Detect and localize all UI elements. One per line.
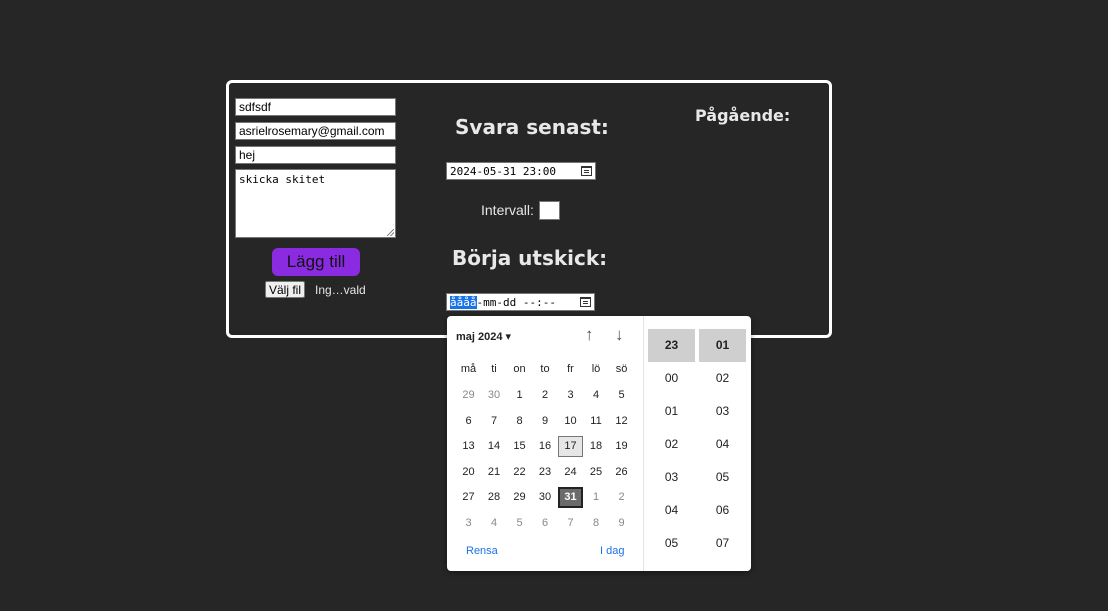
picker-divider	[643, 316, 644, 571]
weekday-header: lö	[591, 363, 601, 375]
previous-month-arrow-icon[interactable]: ↑	[585, 325, 594, 345]
calendar-day[interactable]: 30	[533, 487, 558, 508]
weekday-header: on	[513, 363, 526, 375]
weekday-header: fr	[567, 363, 574, 375]
calendar-day[interactable]: 1	[584, 487, 609, 508]
minute-option[interactable]: 03	[699, 395, 746, 428]
ongoing-heading: Pågående:	[695, 106, 791, 125]
calendar-day[interactable]: 4	[584, 385, 609, 406]
calendar-day[interactable]: 8	[584, 513, 609, 534]
deadline-value: 2024-05-31 23:00	[450, 164, 556, 178]
calendar-day[interactable]: 17	[558, 436, 583, 457]
calendar-day[interactable]: 15	[507, 436, 532, 457]
today-button[interactable]: I dag	[600, 545, 624, 557]
minute-option[interactable]: 02	[699, 362, 746, 395]
hour-option[interactable]: 00	[648, 362, 695, 395]
hour-option[interactable]: 04	[648, 494, 695, 527]
calendar-day[interactable]: 20	[456, 462, 481, 483]
calendar-day[interactable]: 19	[609, 436, 634, 457]
calendar-day[interactable]: 7	[482, 411, 507, 432]
file-status-text: Ing…vald	[315, 283, 366, 297]
minute-option[interactable]: 01	[699, 329, 746, 362]
calendar-day[interactable]: 2	[533, 385, 558, 406]
datetime-picker-popup: maj 2024 ▾ ↑ ↓ må ti on to fr lö sö 29 30 1 2 3 4 5 6 7…	[447, 316, 751, 571]
calendar-day[interactable]: 5	[609, 385, 634, 406]
calendar-day[interactable]: 24	[558, 462, 583, 483]
calendar-day[interactable]: 16	[533, 436, 558, 457]
name-field[interactable]: sdfsdf	[235, 98, 396, 116]
calendar-day[interactable]: 5	[507, 513, 532, 534]
minute-option[interactable]: 04	[699, 428, 746, 461]
calendar-day[interactable]: 14	[482, 436, 507, 457]
year-segment[interactable]: åååå	[450, 295, 477, 309]
minute-option[interactable]: 06	[699, 494, 746, 527]
calendar-day[interactable]: 18	[584, 436, 609, 457]
minute-option[interactable]: 05	[699, 461, 746, 494]
remaining-segments[interactable]: -mm-dd --:--	[477, 296, 556, 309]
calendar-day[interactable]: 3	[456, 513, 481, 534]
hour-option[interactable]: 02	[648, 428, 695, 461]
calendar-day[interactable]: 13	[456, 436, 481, 457]
calendar-day[interactable]: 4	[482, 513, 507, 534]
minute-option[interactable]: 07	[699, 527, 746, 560]
start-heading: Börja utskick:	[452, 246, 608, 270]
calendar-day[interactable]: 22	[507, 462, 532, 483]
subject-field[interactable]: hej	[235, 146, 396, 164]
calendar-day[interactable]: 9	[609, 513, 634, 534]
choose-file-button[interactable]: Välj fil	[265, 281, 306, 298]
calendar-day[interactable]: 6	[533, 513, 558, 534]
calendar-day[interactable]: 1	[507, 385, 532, 406]
next-month-arrow-icon[interactable]: ↓	[615, 325, 624, 345]
weekday-header: to	[540, 363, 550, 375]
hour-option[interactable]: 03	[648, 461, 695, 494]
calendar-day[interactable]: 11	[584, 411, 609, 432]
calendar-day[interactable]: 25	[584, 462, 609, 483]
calendar-day[interactable]: 28	[482, 487, 507, 508]
calendar-day[interactable]: 6	[456, 411, 481, 432]
calendar-day[interactable]: 7	[558, 513, 583, 534]
calendar-day[interactable]: 3	[558, 385, 583, 406]
calendar-day[interactable]: 31	[558, 487, 583, 508]
calendar-day[interactable]: 8	[507, 411, 532, 432]
calendar-day[interactable]: 12	[609, 411, 634, 432]
calendar-day[interactable]: 30	[482, 385, 507, 406]
message-text: skicka skitet	[239, 173, 326, 186]
calendar-day[interactable]: 21	[482, 462, 507, 483]
clear-button[interactable]: Rensa	[466, 545, 498, 557]
interval-input[interactable]	[539, 201, 560, 220]
calendar-day[interactable]: 23	[533, 462, 558, 483]
resize-grip-icon[interactable]	[387, 229, 394, 236]
interval-label: Intervall:	[481, 202, 534, 218]
deadline-heading: Svara senast:	[455, 115, 609, 139]
calendar-day[interactable]: 29	[507, 487, 532, 508]
add-button[interactable]: Lägg till	[272, 248, 360, 276]
hour-option[interactable]: 05	[648, 527, 695, 560]
email-field[interactable]: asrielrosemary@gmail.com	[235, 122, 396, 140]
hour-option[interactable]: 23	[648, 329, 695, 362]
calendar-day[interactable]: 9	[533, 411, 558, 432]
start-datetime-input[interactable]: åååå -mm-dd --:--	[446, 293, 595, 311]
calendar-day[interactable]: 26	[609, 462, 634, 483]
calendar-day[interactable]: 27	[456, 487, 481, 508]
hour-option[interactable]: 01	[648, 395, 695, 428]
month-year-dropdown[interactable]: maj 2024 ▾	[456, 330, 511, 343]
message-textarea[interactable]: skicka skitet	[235, 169, 396, 238]
calendar-day[interactable]: 2	[609, 487, 634, 508]
calendar-day[interactable]: 10	[558, 411, 583, 432]
calendar-day[interactable]: 29	[456, 385, 481, 406]
weekday-header: må	[460, 363, 477, 375]
deadline-datetime-input[interactable]: 2024-05-31 23:00	[446, 162, 596, 180]
weekday-header: sö	[615, 363, 628, 375]
calendar-icon[interactable]	[580, 297, 591, 307]
calendar-icon[interactable]	[581, 166, 592, 176]
weekday-header: ti	[491, 363, 497, 375]
